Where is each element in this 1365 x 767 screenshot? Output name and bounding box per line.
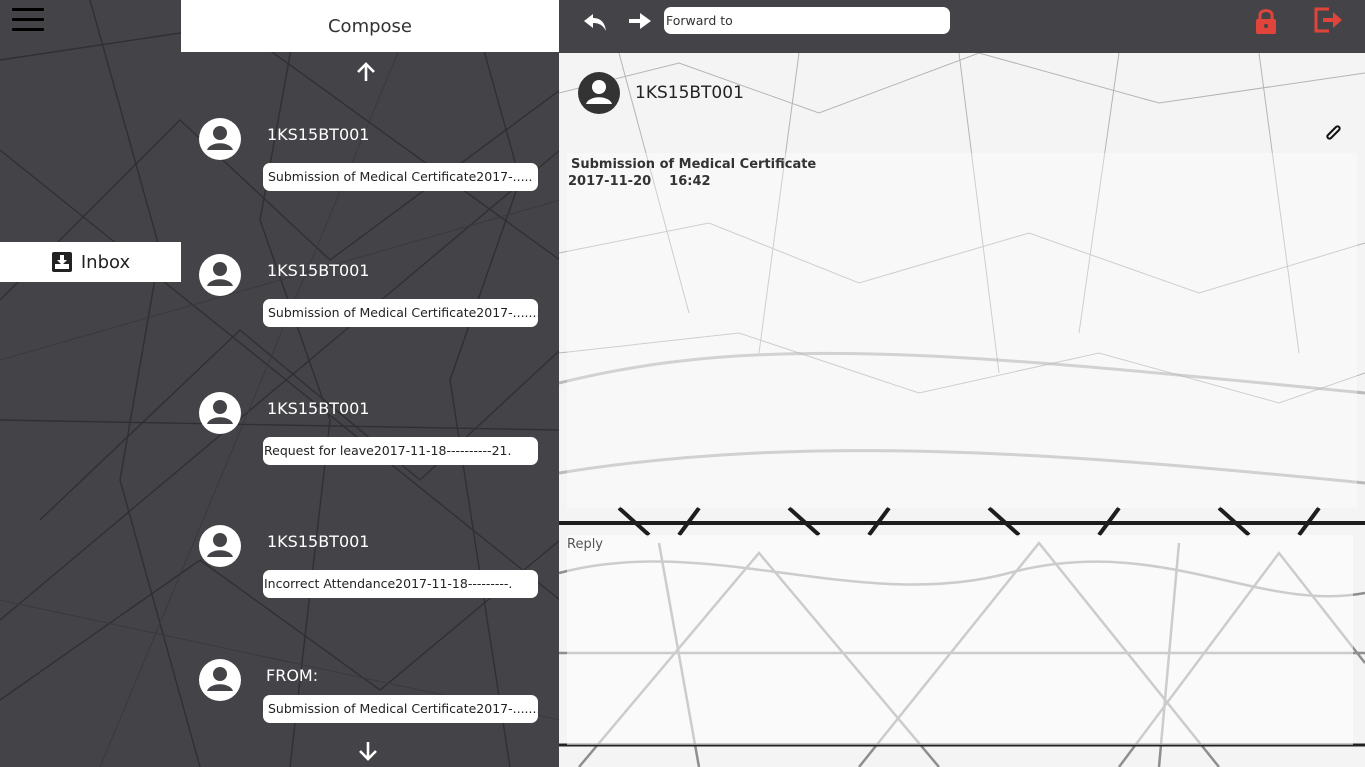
message-sender: 1KS15BT001 [267, 261, 370, 280]
avatar-icon [199, 254, 241, 296]
message-list: Compose 1KS15BT001 Submission of Medical… [181, 0, 559, 767]
message-datetime: 2017-11-20 16:42 [568, 174, 711, 189]
avatar-icon [199, 525, 241, 567]
message-preview[interactable]: Submission of Medical Certificate2017-..… [263, 695, 538, 723]
inbox-icon [51, 252, 72, 272]
forward-icon[interactable] [627, 10, 653, 34]
reply-input[interactable] [567, 535, 1353, 745]
message-preview[interactable]: Submission of Medical Certificate2017-..… [263, 163, 538, 191]
message-preview[interactable]: Submission of Medical Certificate2017-..… [263, 299, 538, 327]
arrow-up-icon[interactable] [355, 61, 377, 83]
avatar-icon [578, 72, 620, 114]
sidebar-item-inbox[interactable]: Inbox [0, 242, 181, 282]
compose-label: Compose [327, 15, 412, 37]
avatar-icon [199, 659, 241, 701]
message-sender: FROM: [266, 666, 319, 685]
lock-icon[interactable] [1254, 7, 1278, 35]
message-from: 1KS15BT001 [635, 83, 744, 103]
toolbar [559, 0, 1365, 53]
inbox-label: Inbox [80, 251, 131, 273]
message-body [567, 153, 1357, 508]
message-header: 1KS15BT001 [577, 71, 744, 115]
forward-to-input[interactable] [664, 7, 950, 34]
message-subject: Submission of Medical Certificate [571, 157, 817, 172]
avatar-icon [199, 118, 241, 160]
reading-pane: 1KS15BT001 Submission of Medical Certifi… [559, 53, 1365, 767]
message-preview[interactable]: Request for leave2017-11-18----------21. [263, 437, 538, 465]
list-item[interactable]: 1KS15BT001 Submission of Medical Certifi… [181, 117, 559, 217]
message-date: 2017-11-20 [568, 174, 652, 189]
avatar-icon [199, 392, 241, 434]
list-item[interactable]: 1KS15BT001 Submission of Medical Certifi… [181, 253, 559, 353]
compose-button[interactable]: Compose [181, 0, 559, 52]
message-sender: 1KS15BT001 [267, 532, 370, 551]
message-sender: 1KS15BT001 [267, 125, 370, 144]
paperclip-icon[interactable] [1323, 123, 1343, 143]
menu-icon[interactable] [12, 8, 44, 34]
message-sender: 1KS15BT001 [267, 399, 370, 418]
sidebar: Inbox [0, 0, 181, 767]
arrow-down-icon[interactable] [357, 740, 379, 762]
reply-icon[interactable] [582, 10, 608, 34]
list-item[interactable]: 1KS15BT001 Incorrect Attendance2017-11-1… [181, 524, 559, 624]
message-preview[interactable]: Incorrect Attendance2017-11-18---------. [263, 570, 538, 598]
message-time: 16:42 [669, 174, 711, 189]
logout-icon[interactable] [1313, 6, 1343, 34]
list-item[interactable]: 1KS15BT001 Request for leave2017-11-18--… [181, 391, 559, 491]
